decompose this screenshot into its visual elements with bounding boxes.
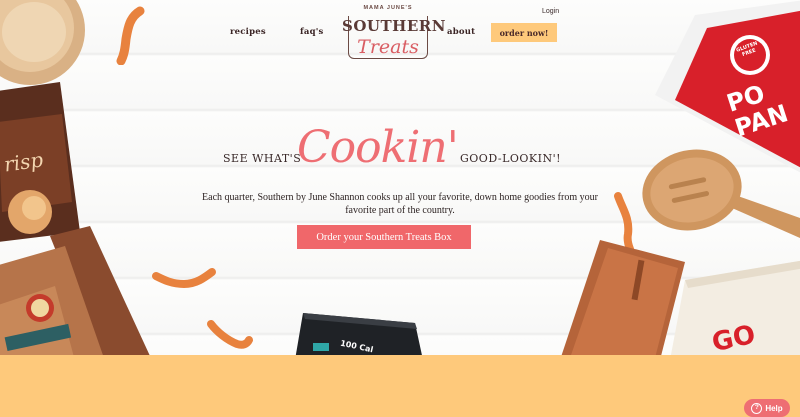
footer-band <box>0 355 800 417</box>
order-box-button[interactable]: Order your Southern Treats Box <box>297 225 471 249</box>
site-logo[interactable]: MAMA JUNE'S SOUTHERN Treats <box>342 5 446 67</box>
hero-description: Each quarter, Southern by June Shannon c… <box>202 192 598 216</box>
hero-section: risp 100 Cal GLUTEN FREE PO PAN GO Login… <box>0 0 800 355</box>
nav-faqs[interactable]: faq's <box>300 27 324 37</box>
question-circle-icon: ? <box>751 402 763 414</box>
cutting-board-image <box>561 240 800 355</box>
logo-main-text: SOUTHERN <box>342 17 446 35</box>
snack-box-image <box>0 226 150 355</box>
order-now-button[interactable]: order now! <box>491 23 557 42</box>
login-link[interactable]: Login <box>542 8 559 15</box>
tagline-script: Cookin' <box>297 122 459 173</box>
cheese-curl-image <box>116 6 145 65</box>
logo-script-text: Treats <box>357 36 419 58</box>
logo-top-text: MAMA JUNE'S <box>363 5 413 11</box>
wooden-bowl-image <box>0 0 85 85</box>
tagline-left: SEE WHAT'S <box>223 152 302 165</box>
help-button[interactable]: ? Help <box>744 399 790 417</box>
help-label: Help <box>765 403 783 413</box>
nav-recipes[interactable]: recipes <box>230 27 266 37</box>
tagline-right: GOOD-LOOKIN'! <box>460 152 562 165</box>
cheese-curl-image <box>207 320 253 349</box>
cheese-curl-image <box>152 268 216 289</box>
nav-about[interactable]: about <box>447 27 475 37</box>
